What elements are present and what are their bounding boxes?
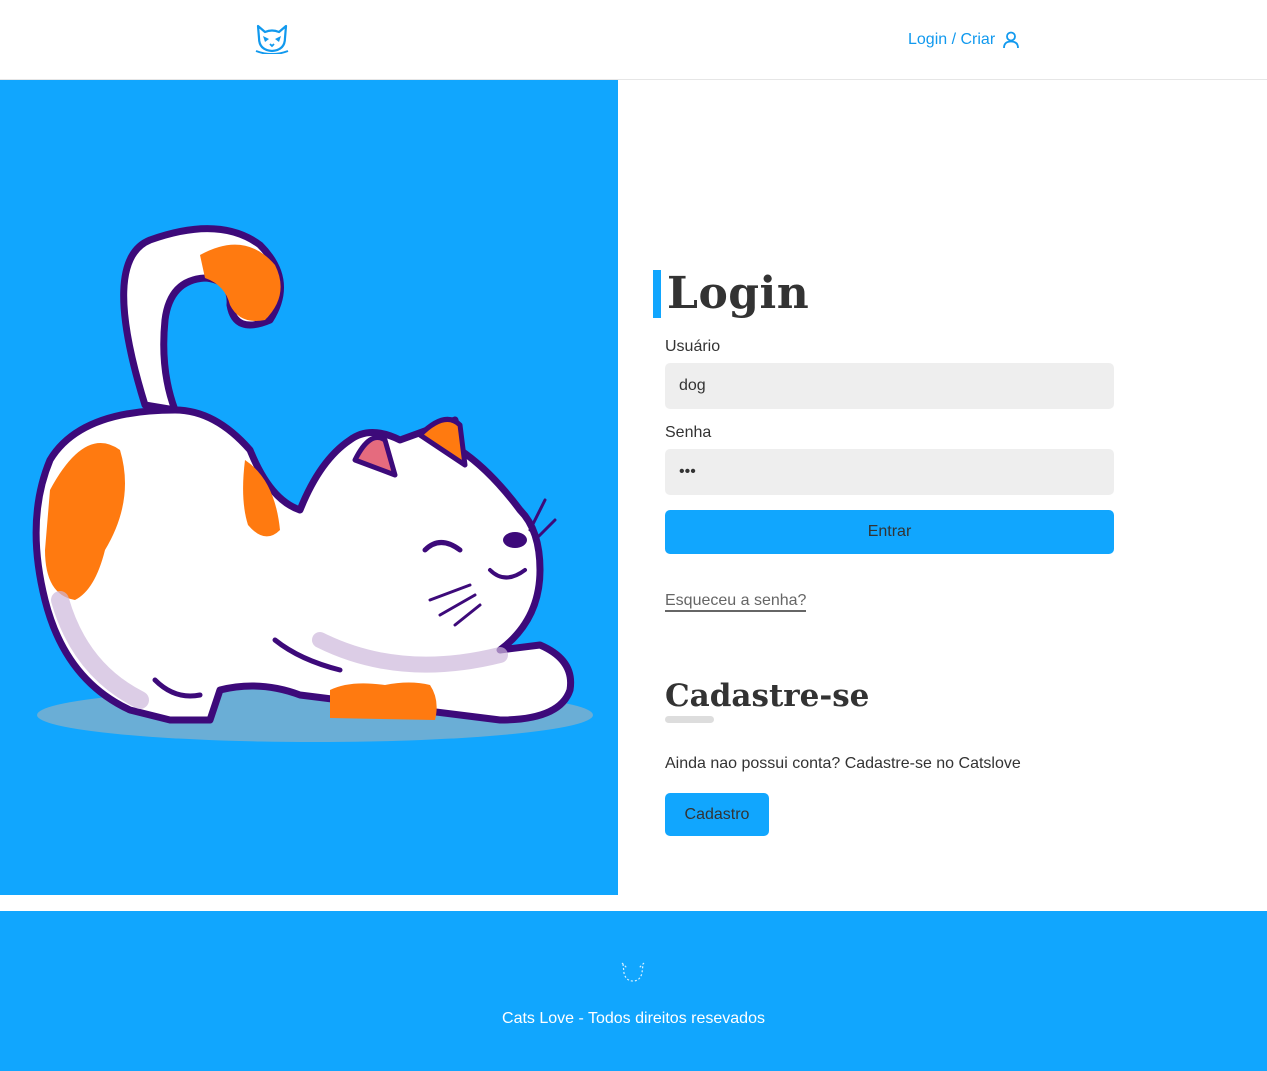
password-input[interactable] [665,449,1114,495]
register-title-underline [665,716,714,723]
login-title: Login [667,268,810,319]
login-create-link[interactable]: Login / Criar [908,29,1021,51]
forgot-password-link[interactable]: Esqueceu a senha? [665,592,807,612]
site-header: Login / Criar [0,0,1267,80]
site-footer: Cats Love - Todos direitos resevados [0,911,1267,1071]
login-panel: Login Usuário Senha Entrar Esqueceu a se… [618,80,1267,895]
title-accent-bar [653,270,661,318]
footer-copyright: Cats Love - Todos direitos resevados [502,1010,765,1027]
user-icon [1003,31,1020,49]
login-submit-button[interactable]: Entrar [665,510,1114,554]
register-button[interactable]: Cadastro [665,793,769,836]
login-create-label: Login / Criar [908,31,996,48]
cat-outline-logo-icon [621,962,645,982]
register-description: Ainda nao possui conta? Cadastre-se no C… [665,755,1021,772]
username-input[interactable] [665,363,1114,409]
stretching-cat-illustration [32,225,593,742]
password-label: Senha [665,424,712,441]
username-label: Usuário [665,338,721,355]
register-title: Cadastre-se [665,678,870,714]
hero-illustration-panel [0,80,618,895]
cat-face-logo-icon[interactable] [255,24,289,54]
